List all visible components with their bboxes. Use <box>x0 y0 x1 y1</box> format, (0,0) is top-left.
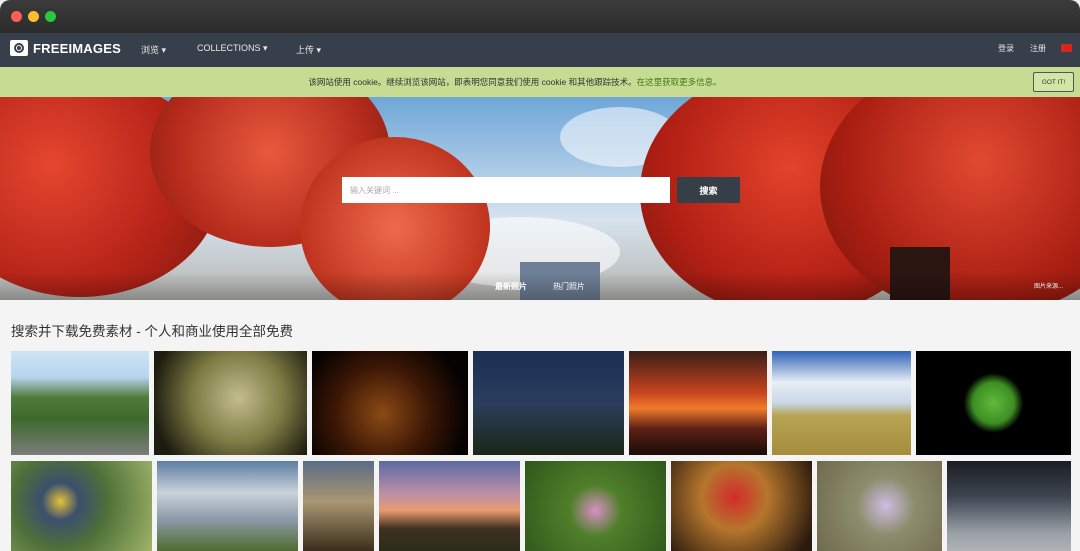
nav-browse-menu[interactable]: 浏览 ▾ <box>141 43 166 56</box>
page-heading: 搜索并下载免费素材 - 个人和商业使用全部免费 <box>11 324 293 339</box>
photo-thumbnail[interactable] <box>11 351 149 455</box>
minimize-window-button[interactable] <box>28 11 39 22</box>
cookie-accept-button[interactable]: GOT IT! <box>1033 72 1074 92</box>
close-window-button[interactable] <box>11 11 22 22</box>
camera-eye-icon <box>10 40 28 56</box>
photo-thumbnail[interactable] <box>916 351 1071 455</box>
photo-thumbnail[interactable] <box>11 461 152 551</box>
nav-collections-menu[interactable]: COLLECTIONS ▾ <box>197 43 268 54</box>
cookie-banner: 该网站使用 cookie。继续浏览该网站，即表明您同意我们使用 cookie 和… <box>0 67 1080 97</box>
register-link[interactable]: 注册 <box>1030 43 1046 54</box>
photo-thumbnail[interactable] <box>379 461 520 551</box>
photo-thumbnail[interactable] <box>157 461 298 551</box>
hero-shade <box>0 272 1080 300</box>
top-navbar: FREEIMAGES 浏览 ▾ COLLECTIONS ▾ 上传 ▾ 登录 注册 <box>0 33 1080 67</box>
hero-banner: 搜索 最新照片 热门照片 图片来源... <box>0 97 1080 300</box>
hero-photo-credit[interactable]: 图片来源... <box>1034 281 1063 290</box>
zoom-window-button[interactable] <box>45 11 56 22</box>
cookie-message: 该网站使用 cookie。继续浏览该网站，即表明您同意我们使用 cookie 和… <box>0 76 1030 88</box>
cookie-text: 该网站使用 cookie。继续浏览该网站，即表明您同意我们使用 cookie 和… <box>308 77 637 87</box>
cn-flag-icon[interactable] <box>1061 44 1072 52</box>
photo-thumbnail[interactable] <box>303 461 374 551</box>
nav-upload-menu[interactable]: 上传 ▾ <box>296 43 321 56</box>
photo-thumbnail[interactable] <box>312 351 468 455</box>
search-input[interactable] <box>342 177 670 203</box>
title-bar <box>0 0 1080 33</box>
photo-thumbnail[interactable] <box>629 351 767 455</box>
photo-thumbnail[interactable] <box>154 351 307 455</box>
search-button[interactable]: 搜索 <box>677 177 740 203</box>
browser-window: FREEIMAGES 浏览 ▾ COLLECTIONS ▾ 上传 ▾ 登录 注册… <box>0 0 1080 551</box>
tab-popular-photos[interactable]: 热门照片 <box>553 281 585 292</box>
photo-thumbnail[interactable] <box>525 461 666 551</box>
brand-logo[interactable]: FREEIMAGES <box>10 40 121 56</box>
photo-thumbnail[interactable] <box>473 351 624 455</box>
brand-name: FREEIMAGES <box>33 40 121 56</box>
photo-thumbnail[interactable] <box>947 461 1071 551</box>
red-tree-right <box>820 97 1080 300</box>
photo-thumbnail[interactable] <box>817 461 942 551</box>
tab-latest-photos[interactable]: 最新照片 <box>495 281 527 292</box>
cookie-more-info-link[interactable]: 在这里获取更多信息。 <box>637 77 722 87</box>
photo-thumbnail[interactable] <box>772 351 911 455</box>
login-link[interactable]: 登录 <box>998 43 1014 54</box>
photo-thumbnail[interactable] <box>671 461 812 551</box>
